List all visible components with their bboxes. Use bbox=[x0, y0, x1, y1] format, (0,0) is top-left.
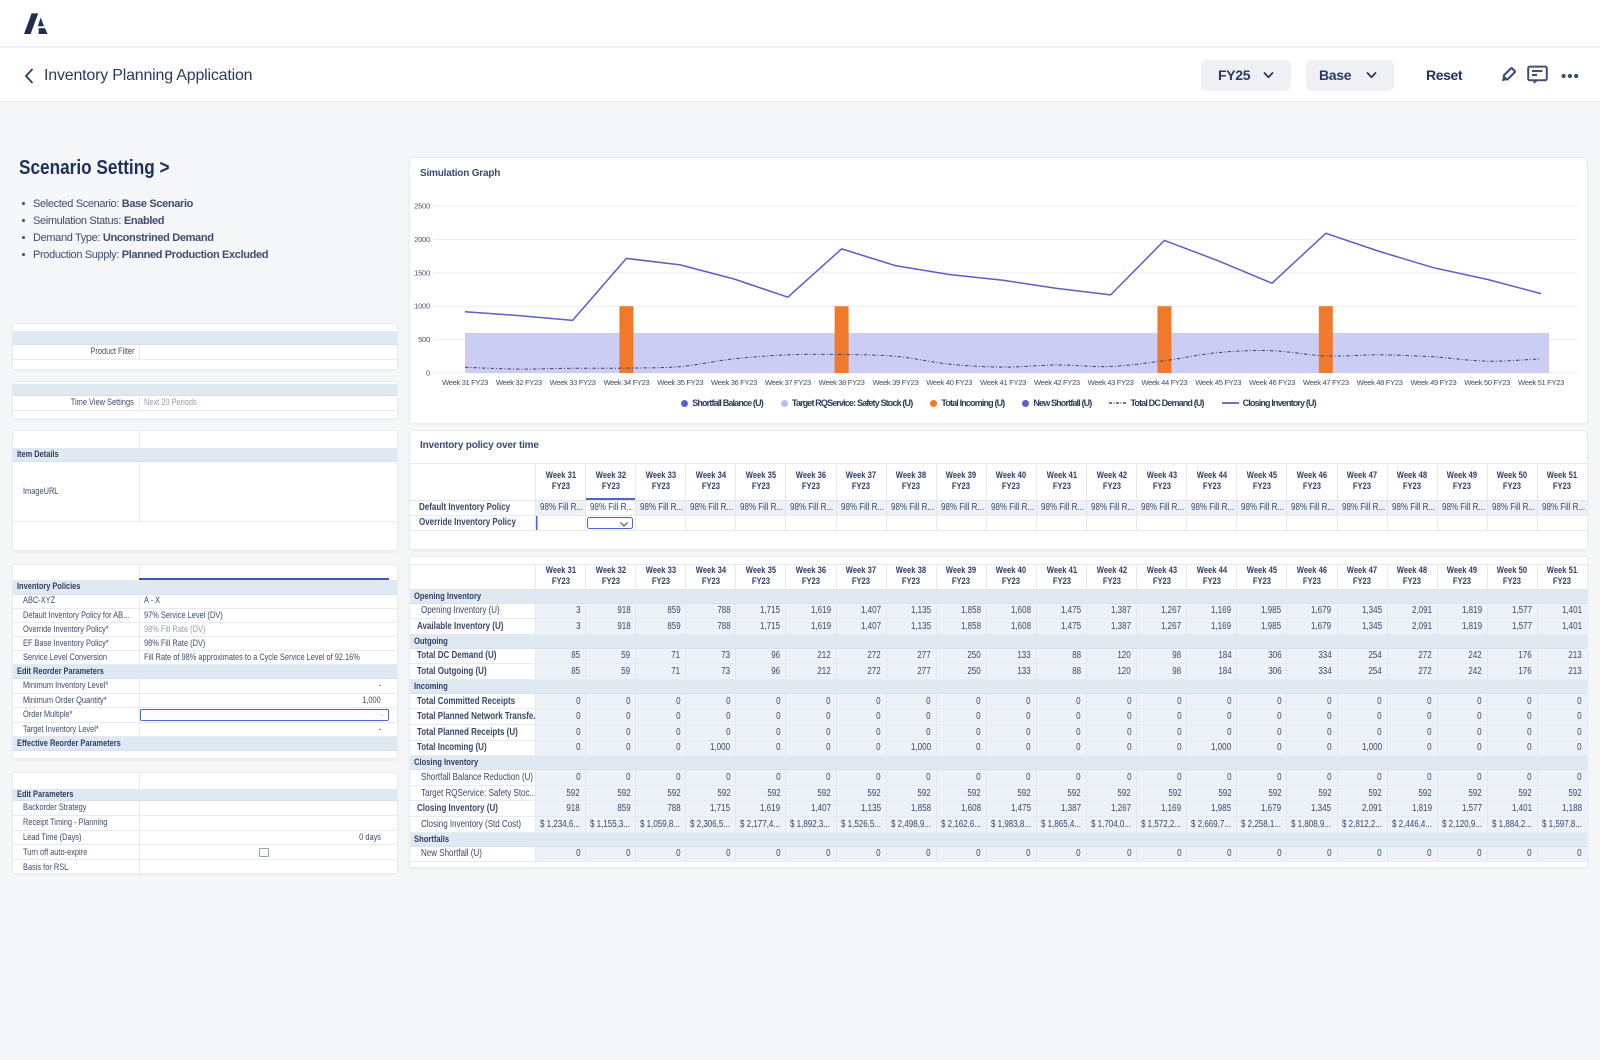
svg-text:1000: 1000 bbox=[414, 302, 430, 311]
svg-text:Week 34 FY23: Week 34 FY23 bbox=[603, 378, 649, 387]
svg-text:Week 43 FY23: Week 43 FY23 bbox=[1088, 378, 1134, 387]
svg-text:500: 500 bbox=[418, 335, 430, 344]
svg-text:Week 48 FY23: Week 48 FY23 bbox=[1357, 378, 1403, 387]
svg-text:0: 0 bbox=[426, 369, 430, 378]
svg-text:Week 39 FY23: Week 39 FY23 bbox=[872, 378, 918, 387]
svg-text:Week 42 FY23: Week 42 FY23 bbox=[1034, 378, 1080, 387]
svg-text:Week 37 FY23: Week 37 FY23 bbox=[765, 378, 811, 387]
svg-text:Week 44 FY23: Week 44 FY23 bbox=[1141, 378, 1187, 387]
svg-text:Week 49 FY23: Week 49 FY23 bbox=[1410, 378, 1456, 387]
svg-text:Week 50 FY23: Week 50 FY23 bbox=[1464, 378, 1510, 387]
svg-text:Week 46 FY23: Week 46 FY23 bbox=[1249, 378, 1295, 387]
svg-text:Week 40 FY23: Week 40 FY23 bbox=[926, 378, 972, 387]
svg-text:Week 36 FY23: Week 36 FY23 bbox=[711, 378, 757, 387]
svg-text:2500: 2500 bbox=[414, 202, 430, 211]
svg-text:2000: 2000 bbox=[414, 235, 430, 244]
svg-text:Week 41 FY23: Week 41 FY23 bbox=[980, 378, 1026, 387]
svg-text:Week 47 FY23: Week 47 FY23 bbox=[1303, 378, 1349, 387]
svg-text:Week 45 FY23: Week 45 FY23 bbox=[1195, 378, 1241, 387]
svg-text:Week 32 FY23: Week 32 FY23 bbox=[496, 378, 542, 387]
svg-text:Week 31 FY23: Week 31 FY23 bbox=[442, 378, 488, 387]
svg-text:Week 35 FY23: Week 35 FY23 bbox=[657, 378, 703, 387]
svg-text:Week 38 FY23: Week 38 FY23 bbox=[819, 378, 865, 387]
svg-text:Week 33 FY23: Week 33 FY23 bbox=[550, 378, 596, 387]
svg-text:1500: 1500 bbox=[414, 268, 430, 277]
svg-text:Week 51 FY23: Week 51 FY23 bbox=[1518, 378, 1564, 387]
